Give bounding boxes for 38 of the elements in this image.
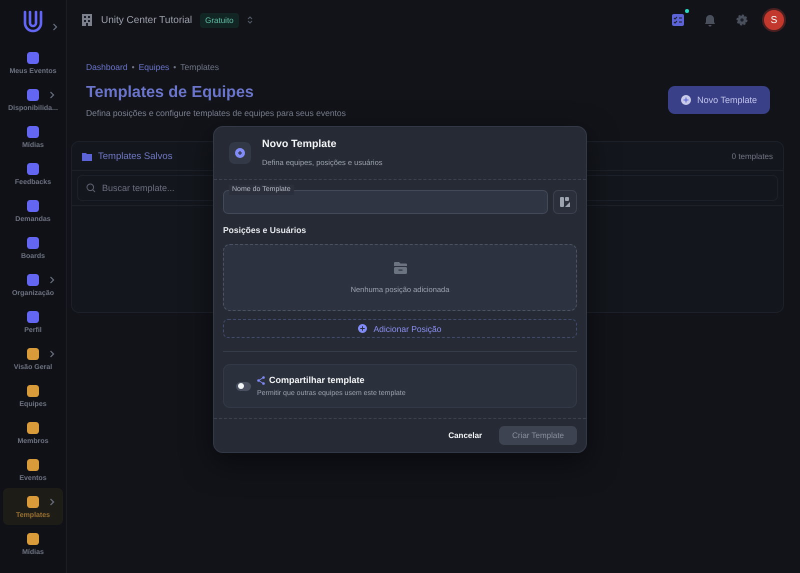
- breadcrumb-separator: •: [173, 62, 176, 72]
- panel-title: Templates Salvos: [98, 150, 172, 162]
- up-down-chevron-icon[interactable]: [246, 15, 253, 25]
- folder-icon: [82, 152, 92, 160]
- chevron-right-icon[interactable]: [49, 350, 55, 358]
- chevron-right-icon[interactable]: [52, 23, 58, 31]
- dialog-title: Novo Template: [262, 138, 338, 150]
- folder-icon: [392, 261, 408, 275]
- section-title: Posições e Usuários: [223, 225, 308, 235]
- organization-name[interactable]: Unity Center Tutorial: [101, 14, 192, 26]
- page-subtitle: Defina posições e configure templates de equipes para seus eventos: [86, 108, 346, 118]
- template-count: 0 templates: [732, 152, 773, 160]
- chevron-right-icon[interactable]: [49, 276, 55, 284]
- template-library-button[interactable]: [553, 190, 577, 214]
- share-title: Compartilhar template: [269, 375, 365, 385]
- breadcrumb-separator: •: [132, 62, 135, 72]
- user-avatar[interactable]: S: [762, 8, 786, 32]
- share-toggle[interactable]: [236, 382, 251, 390]
- new-template-button[interactable]: Novo Template: [668, 86, 770, 114]
- checklist-icon: [672, 14, 684, 26]
- bell-icon: [704, 14, 716, 26]
- plus-circle-icon: [358, 324, 368, 333]
- logo-icon[interactable]: [22, 9, 44, 35]
- breadcrumb-link[interactable]: Dashboard: [86, 62, 128, 72]
- search-icon: [86, 183, 96, 193]
- settings-icon: [736, 14, 748, 26]
- plan-badge: Gratuito: [200, 12, 239, 28]
- chevron-right-icon[interactable]: [49, 498, 55, 506]
- share-icon: [257, 376, 265, 384]
- breadcrumb-link[interactable]: Equipes: [138, 62, 170, 72]
- plus-circle-icon: [235, 148, 245, 158]
- plus-circle-icon: [681, 95, 692, 105]
- cancel-button[interactable]: Cancelar: [448, 427, 482, 444]
- building-icon: [81, 13, 93, 27]
- chevron-right-icon[interactable]: [49, 90, 55, 98]
- add-position-button[interactable]: Adicionar Posição: [223, 319, 577, 338]
- layout-icon: [560, 197, 570, 207]
- page-title: Templates de Equipes: [86, 84, 255, 102]
